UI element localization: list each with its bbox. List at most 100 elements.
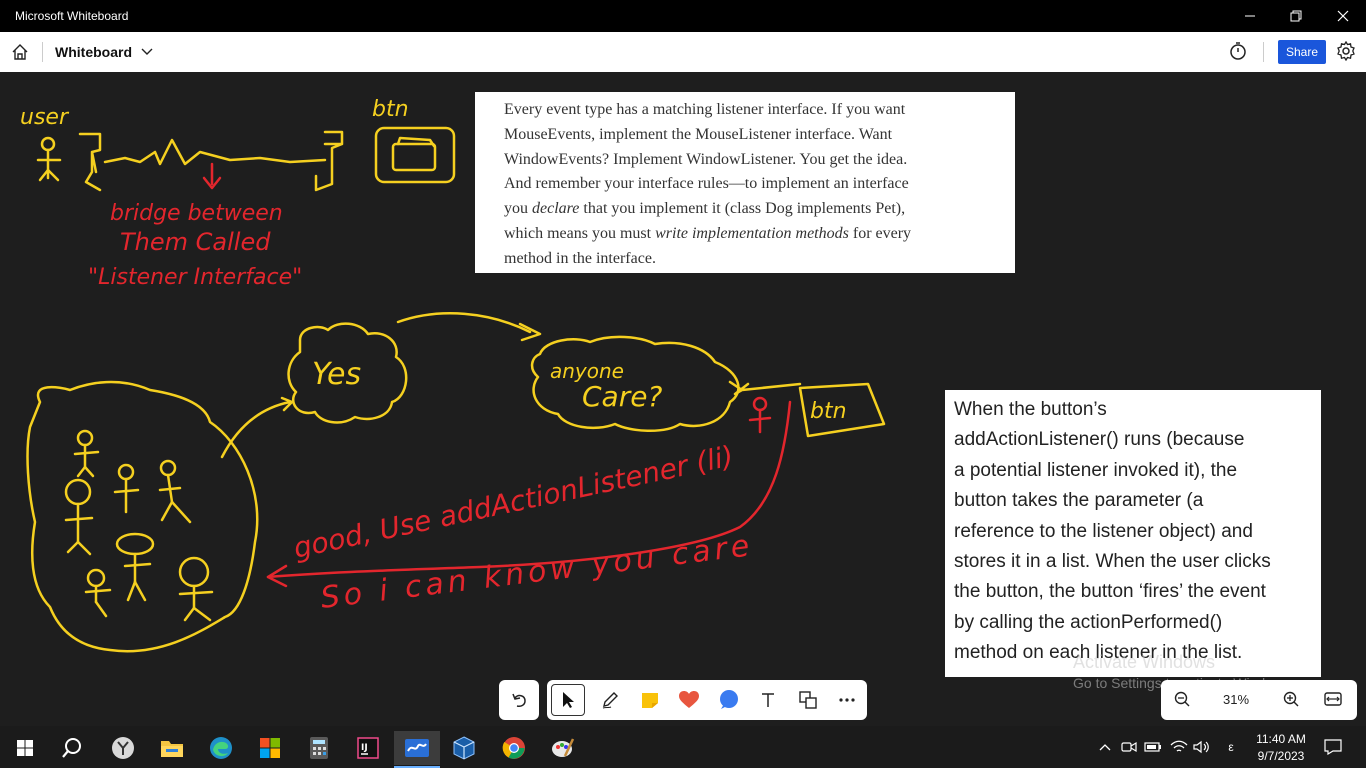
- speech-bubble-icon: [719, 690, 738, 709]
- taskbar-store[interactable]: [253, 731, 287, 765]
- divider: [42, 42, 43, 62]
- excerpt-text: for every: [848, 224, 912, 242]
- intellij-icon: IJ: [357, 737, 379, 759]
- copy-tool[interactable]: [788, 684, 827, 716]
- stick-figure-user: [36, 136, 62, 182]
- paint-icon: [552, 738, 575, 757]
- close-icon: [1337, 10, 1349, 22]
- taskbar-search[interactable]: [55, 731, 89, 765]
- more-icon: [839, 698, 855, 702]
- ink-yes-label: Yes: [312, 357, 361, 392]
- ink-bridge-1: bridge between: [110, 201, 283, 226]
- chevron-down-icon[interactable]: [140, 44, 154, 58]
- board-name[interactable]: Whiteboard: [55, 44, 132, 60]
- zoom-bar: 31%: [1161, 680, 1357, 720]
- search-icon: [62, 738, 81, 758]
- speaker-icon: [1193, 740, 1209, 754]
- explanation-line: addActionListener() runs (because: [954, 429, 1245, 451]
- taskbar: IJ ε 11:40 AM 9/7/2023: [0, 726, 1366, 768]
- ink-connector: [728, 380, 802, 396]
- notification-icon: [1324, 739, 1342, 755]
- zoom-out-icon[interactable]: [1173, 690, 1191, 708]
- taskbar-file-explorer[interactable]: [155, 731, 189, 765]
- start-button[interactable]: [8, 731, 42, 765]
- taskbar-paint[interactable]: [546, 731, 580, 765]
- ink-anyone-2: Care?: [582, 380, 662, 413]
- tray-wifi[interactable]: [1168, 726, 1190, 768]
- shapes-tool[interactable]: [709, 684, 748, 716]
- ink-bridge-3: "Listener Interface": [88, 265, 302, 290]
- ink-btn-label: btn: [372, 97, 409, 122]
- book-excerpt-note[interactable]: Every event type has a matching listener…: [475, 92, 1015, 273]
- fit-to-screen-icon[interactable]: [1323, 690, 1343, 708]
- taskbar-clock[interactable]: 11:40 AM 9/7/2023: [1250, 731, 1312, 765]
- excerpt-line: WindowEvents? Implement WindowListener. …: [504, 150, 908, 168]
- taskbar-calculator[interactable]: [302, 731, 336, 765]
- battery-icon: [1144, 742, 1161, 752]
- taskbar-virtualbox[interactable]: [447, 731, 481, 765]
- gear-icon[interactable]: [1336, 41, 1356, 61]
- taskbar-app-y[interactable]: [106, 731, 140, 765]
- app-y-icon: [112, 737, 134, 759]
- tray-overflow[interactable]: [1096, 726, 1114, 768]
- explanation-line: a potential listener invoked it), the: [954, 459, 1238, 481]
- whiteboard-canvas[interactable]: user btn bridge between Them Called "Lis…: [0, 72, 1366, 726]
- pen-tool[interactable]: [591, 684, 630, 716]
- wifi-icon: [1170, 740, 1188, 752]
- ink-bracket-left: [78, 132, 102, 192]
- home-icon: [12, 44, 28, 60]
- chrome-icon: [502, 737, 525, 759]
- excerpt-line: Every event type has a matching listener…: [504, 101, 906, 118]
- ink-crowd-blob: [26, 380, 259, 653]
- explanation-line: by calling the actionPerformed(): [954, 611, 1223, 633]
- zoom-level: 31%: [1223, 692, 1250, 707]
- camera-icon: [1121, 741, 1137, 753]
- svg-text:bridge between: bridge between: [110, 201, 283, 226]
- excerpt-line: MouseEvents, implement the MouseListener…: [504, 125, 893, 143]
- calculator-icon: [310, 737, 328, 759]
- ink-arrow-to-yes: [220, 396, 294, 459]
- taskbar-intellij[interactable]: IJ: [351, 731, 385, 765]
- windows-logo-icon: [17, 740, 33, 756]
- restore-button[interactable]: [1273, 0, 1319, 32]
- whiteboard-icon: [405, 739, 429, 757]
- reaction-tool[interactable]: [670, 684, 709, 716]
- taskbar-edge[interactable]: [204, 731, 238, 765]
- home-button[interactable]: [8, 40, 32, 64]
- taskbar-chrome[interactable]: [497, 731, 531, 765]
- chevron-up-icon: [1099, 744, 1111, 751]
- minimize-button[interactable]: [1227, 0, 1273, 32]
- share-button[interactable]: Share: [1278, 40, 1326, 64]
- explanation-line: button takes the parameter (a: [954, 490, 1204, 512]
- tray-volume[interactable]: [1191, 726, 1213, 768]
- creation-toolbar: [547, 680, 867, 720]
- explanation-line: When the button’s: [954, 399, 1107, 420]
- taskbar-whiteboard[interactable]: [394, 731, 440, 768]
- window-title: Microsoft Whiteboard: [15, 9, 129, 23]
- ink-user-label: user: [20, 105, 70, 130]
- ink-btn-right-label: btn: [810, 399, 847, 424]
- tray-meet-now[interactable]: [1118, 726, 1140, 768]
- explanation-line: the button, the button ‘fires’ the event: [954, 581, 1266, 603]
- text-tool[interactable]: [749, 684, 788, 716]
- tray-language[interactable]: ε: [1222, 726, 1240, 768]
- text-icon: [762, 693, 775, 707]
- excerpt-text: you: [504, 200, 532, 218]
- button-explanation-note[interactable]: When the button’s addActionListener() ru…: [945, 390, 1321, 677]
- close-button[interactable]: [1320, 0, 1366, 32]
- excerpt-line: you declare that you implement it (class…: [504, 197, 1001, 222]
- undo-button[interactable]: [499, 680, 539, 720]
- notification-center[interactable]: [1320, 726, 1346, 768]
- zoom-in-icon[interactable]: [1282, 690, 1300, 708]
- timer-icon[interactable]: [1228, 41, 1248, 61]
- tray-battery[interactable]: [1142, 726, 1164, 768]
- select-tool[interactable]: [551, 684, 585, 716]
- virtualbox-icon: [453, 736, 475, 760]
- stick-figures-crowd: [64, 429, 214, 622]
- app-bar: Whiteboard Share: [0, 32, 1366, 72]
- ink-bridge-2: Them Called: [120, 228, 271, 256]
- explanation-line: reference to the listener object) and: [954, 520, 1253, 542]
- ink-btn-box: [374, 126, 456, 184]
- sticky-note-tool[interactable]: [630, 684, 669, 716]
- more-tool[interactable]: [828, 684, 867, 716]
